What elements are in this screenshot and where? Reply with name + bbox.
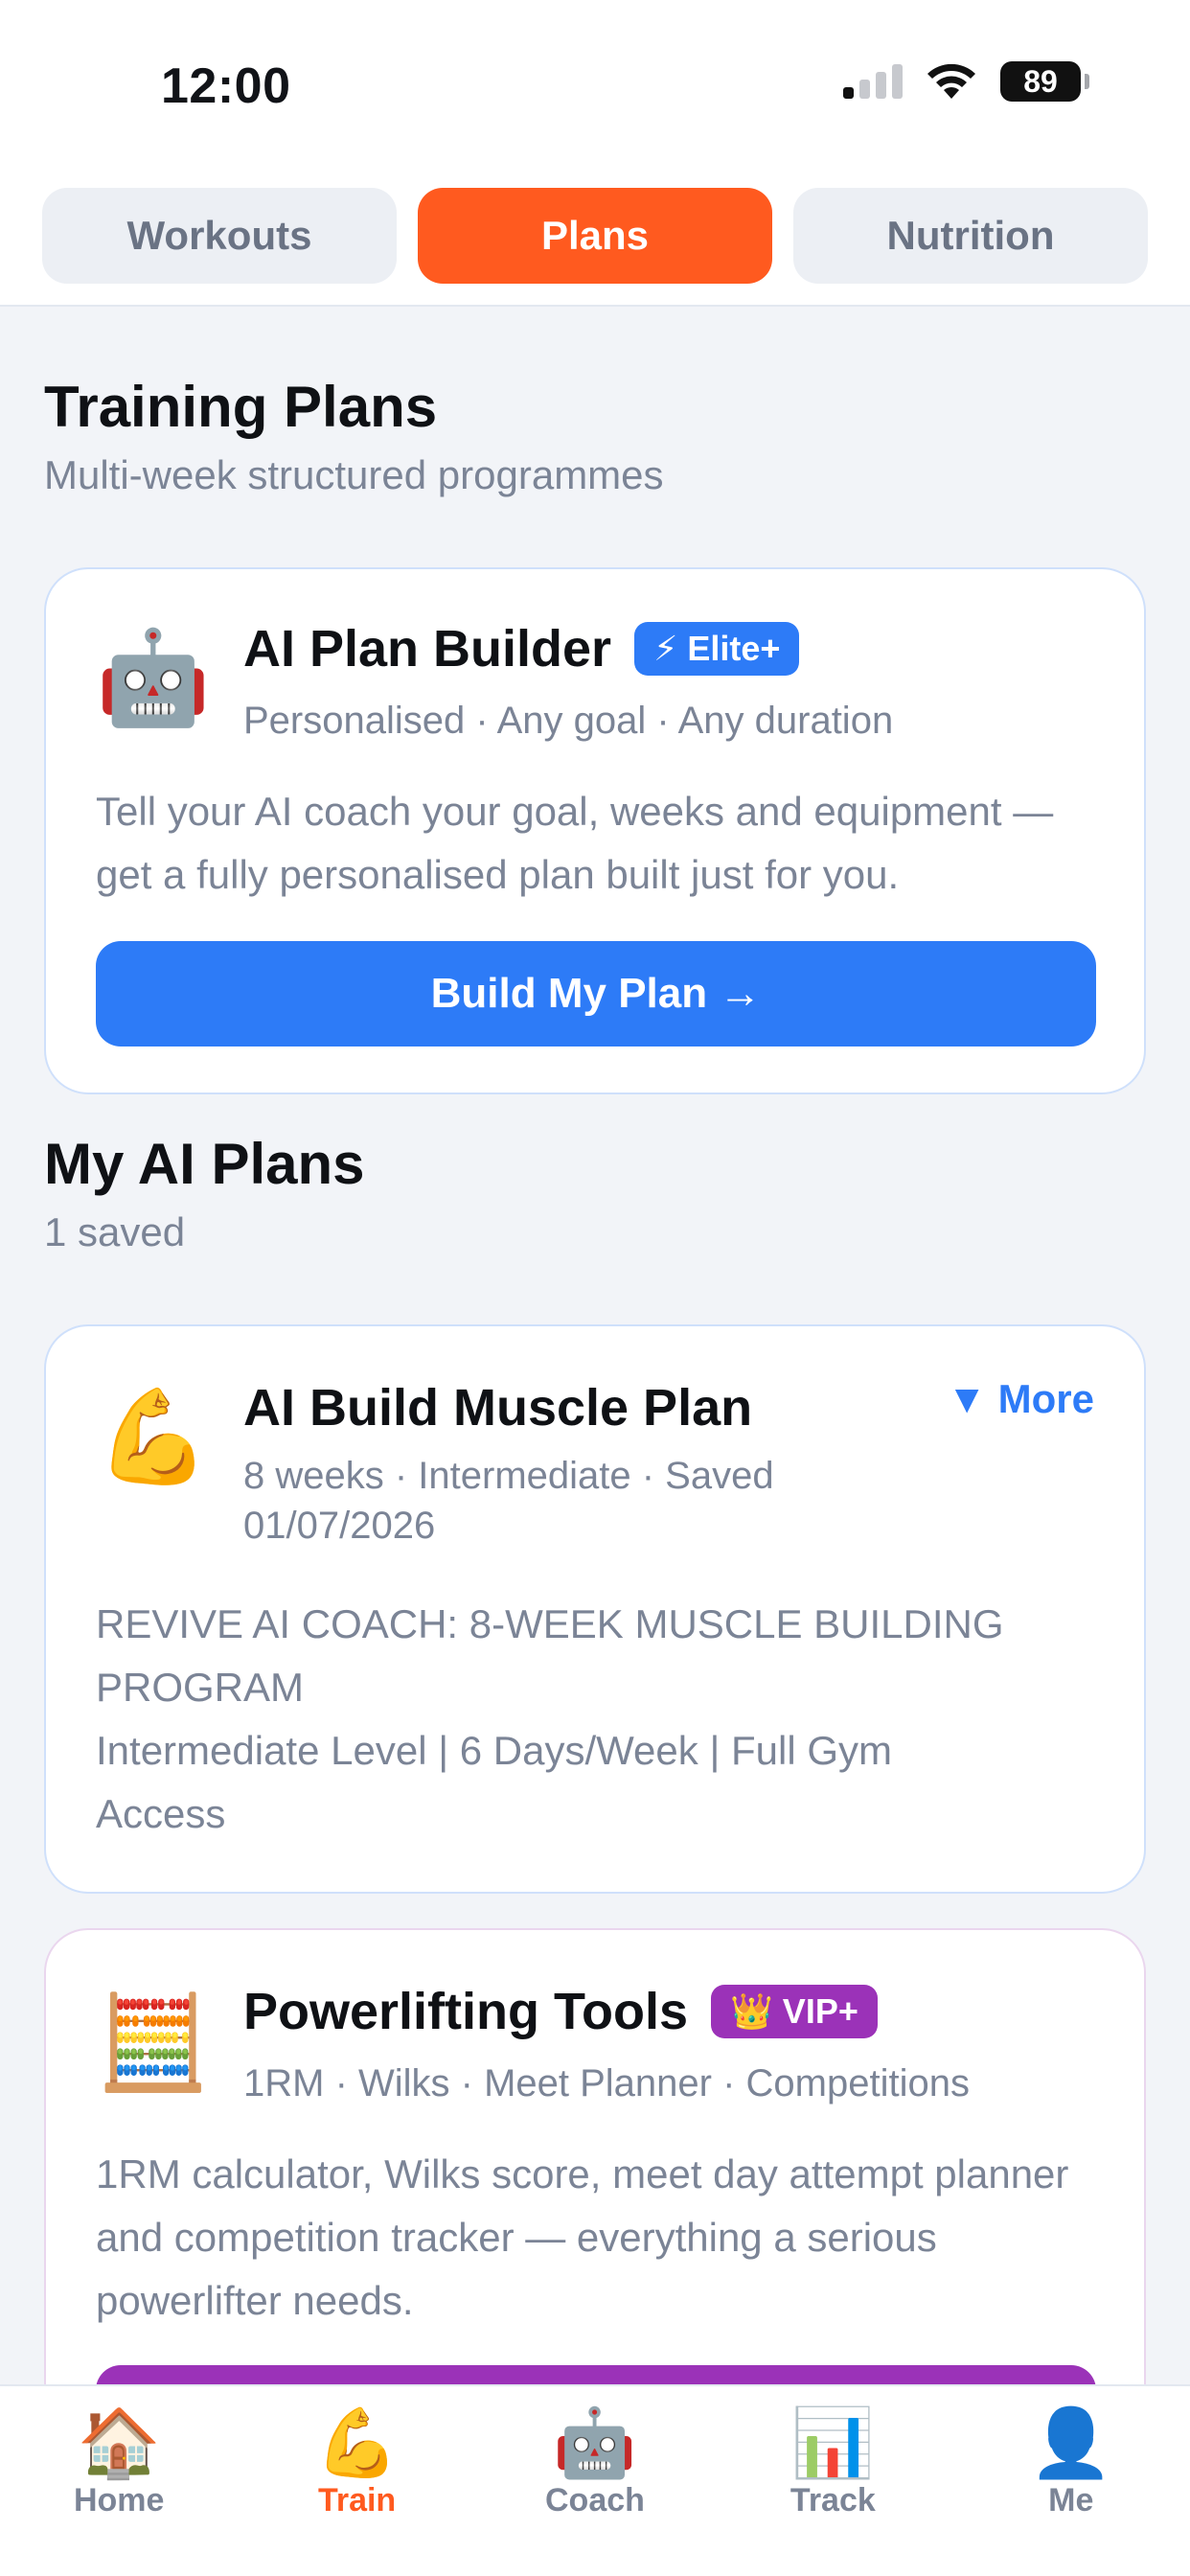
abacus-icon: 🧮 <box>96 1991 211 2094</box>
section-subtitle-training-plans: Multi-week structured programmes <box>44 452 664 497</box>
desc-line: REVIVE AI COACH: 8-WEEK MUSCLE BUILDING <box>96 1601 1004 1646</box>
nav-label: Coach <box>545 2482 645 2518</box>
card-title-row: Powerlifting Tools 👑 VIP+ <box>243 1982 878 2041</box>
more-toggle[interactable]: ▼ More <box>947 1376 1094 1422</box>
card-meta: Personalised · Any goal · Any duration <box>243 700 894 742</box>
header: 12:00 89 Workouts Plans Nutrition <box>0 0 1190 307</box>
muscle-icon: 💪 <box>96 1386 211 1488</box>
ai-plan-builder-card: 🤖 AI Plan Builder ⚡ Elite+ Personalised … <box>44 567 1146 1094</box>
desc-line: Intermediate Level | 6 Days/Week | Full … <box>96 1728 893 1773</box>
vip-badge: 👑 VIP+ <box>710 1985 878 2038</box>
nav-label: Track <box>790 2482 876 2518</box>
saved-plan-card[interactable]: 💪 AI Build Muscle Plan ▼ More 8 weeks · … <box>44 1324 1146 1894</box>
nav-train[interactable]: 💪 Train <box>262 2409 453 2576</box>
nav-home[interactable]: 🏠 Home <box>23 2409 215 2576</box>
saved-plan-title: AI Build Muscle Plan <box>243 1379 753 1437</box>
nav-label: Home <box>73 2482 165 2518</box>
section-title-my-ai-plans: My AI Plans <box>44 1132 365 1196</box>
tab-nutrition[interactable]: Nutrition <box>793 188 1148 284</box>
nav-coach[interactable]: 🤖 Coach <box>499 2409 691 2576</box>
muscle-icon: 💪 <box>314 2405 400 2480</box>
user-icon: 👤 <box>1029 2405 1113 2480</box>
saved-count: 1 saved <box>44 1209 186 1254</box>
home-icon: 🏠 <box>77 2405 161 2480</box>
section-title-training-plans: Training Plans <box>44 375 438 439</box>
robot-icon: 🤖 <box>96 627 211 729</box>
card-description: Tell your AI coach your goal, weeks and … <box>96 789 1054 897</box>
build-my-plan-button[interactable]: Build My Plan → <box>96 941 1096 1046</box>
wifi-icon <box>927 63 975 99</box>
card-title-row: AI Plan Builder ⚡ Elite+ <box>243 619 800 678</box>
saved-plan-meta-line-2: 01/07/2026 <box>243 1505 436 1547</box>
status-icons: 89 <box>843 61 1089 102</box>
robot-icon: 🤖 <box>553 2405 637 2480</box>
saved-plan-meta: 8 weeks · Intermediate · Saved 01/07/202… <box>243 1451 774 1551</box>
chart-icon: 📊 <box>790 2405 875 2480</box>
cellular-signal-icon <box>843 64 903 99</box>
nav-me[interactable]: 👤 Me <box>975 2409 1167 2576</box>
top-tabs: Workouts Plans Nutrition <box>42 188 1148 284</box>
card-description: 1RM calculator, Wilks score, meet day at… <box>96 2151 1069 2323</box>
saved-plan-description: REVIVE AI COACH: 8-WEEK MUSCLE BUILDING … <box>96 1593 1111 1846</box>
desc-line: PROGRAM <box>96 1665 305 1710</box>
desc-line: Access <box>96 1791 226 1836</box>
battery-icon: 89 <box>1000 61 1089 102</box>
bottom-nav: 🏠 Home 💪 Train 🤖 Coach 📊 Track 👤 Me <box>0 2384 1190 2576</box>
nav-label: Me <box>1048 2482 1094 2518</box>
saved-plan-meta-line-1: 8 weeks · Intermediate · Saved <box>243 1455 774 1497</box>
tab-workouts[interactable]: Workouts <box>42 188 397 284</box>
status-time: 12:00 <box>161 58 291 114</box>
nav-track[interactable]: 📊 Track <box>737 2409 928 2576</box>
card-title: Powerlifting Tools <box>243 1983 688 2040</box>
nav-label: Train <box>317 2482 397 2518</box>
card-meta: 1RM · Wilks · Meet Planner · Competition… <box>243 2062 970 2104</box>
card-title: AI Plan Builder <box>243 620 612 678</box>
tab-plans[interactable]: Plans <box>418 188 772 284</box>
elite-badge: ⚡ Elite+ <box>634 622 800 676</box>
